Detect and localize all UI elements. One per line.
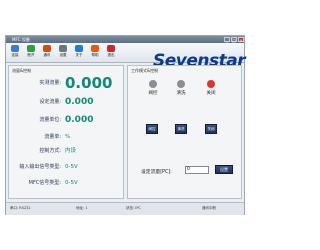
toolbar-label: 退出 xyxy=(107,53,115,57)
purge-button[interactable]: 清洗 xyxy=(175,124,187,134)
info-icon xyxy=(75,45,83,52)
toolbar-label: 断开 xyxy=(27,53,35,57)
status-address: 地址: 1 xyxy=(76,206,88,210)
toolbar-label: 关于 xyxy=(75,53,83,57)
app-window: MFC 设备 _ □ × 连接 断开 通讯 设置 关于 帮助 退出 Sevens… xyxy=(5,35,246,215)
close-led-icon xyxy=(207,80,215,88)
mfc-signal-row: MFC信号类型: 0-5V xyxy=(9,176,124,190)
toolbar-help-button[interactable]: 帮助 xyxy=(88,45,102,60)
comm-icon xyxy=(43,45,51,52)
setpoint-button[interactable]: 设置 xyxy=(215,165,233,174)
set-flow-row: 设定流量: 0.000 xyxy=(9,95,124,109)
set-flow-value: 0.000 xyxy=(65,97,94,107)
row-label: 控制方式: xyxy=(39,148,61,154)
close-button[interactable]: × xyxy=(238,37,244,43)
toolbar-label: 连接 xyxy=(11,53,19,57)
row-label: MFC信号类型: xyxy=(28,180,61,186)
toolbar-connect-button[interactable]: 连接 xyxy=(8,45,22,60)
row-label: 输入输出信号类型: xyxy=(19,164,61,170)
setpoint-input[interactable]: 0 xyxy=(185,166,209,174)
work-mode-panel: 工作模式&控制 阀控 清洗 关闭 阀控 清洗 关闭 设定流量[PC]: 0 设置 xyxy=(127,65,242,199)
status-comm: 通讯中断 xyxy=(202,206,216,210)
measured-flow-value: 0.000 xyxy=(65,74,113,92)
toolbar-exit-button[interactable]: 退出 xyxy=(104,45,118,60)
window-title: MFC 设备 xyxy=(12,37,30,42)
disconnect-icon xyxy=(27,45,35,52)
io-signal-row: 输入输出信号类型: 0-5V xyxy=(9,160,124,174)
toolbar: 连接 断开 通讯 设置 关于 帮助 退出 Sevenstar xyxy=(6,43,246,71)
measured-flow-row: 实测流量: 0.000 xyxy=(9,74,124,92)
valve-led-label: 阀控 xyxy=(148,91,158,96)
minimize-button[interactable]: _ xyxy=(224,37,230,43)
toolbar-label: 帮助 xyxy=(91,53,99,57)
toolbar-about-button[interactable]: 关于 xyxy=(72,45,86,60)
title-bar: MFC 设备 _ □ × xyxy=(6,36,244,43)
flow-percent-row: 流量单: % xyxy=(9,130,124,144)
toolbar-settings-button[interactable]: 设置 xyxy=(56,45,70,60)
flow-unit-value: 0.000 xyxy=(65,115,94,125)
io-signal-value: 0-5V xyxy=(65,164,78,170)
maximize-button[interactable]: □ xyxy=(231,37,237,43)
valve-led-icon xyxy=(149,80,157,88)
help-icon xyxy=(91,45,99,52)
flow-percent-value: % xyxy=(65,134,71,140)
row-label: 流量单位: xyxy=(39,117,61,123)
row-label: 设定流量: xyxy=(39,99,61,105)
valve-button[interactable]: 阀控 xyxy=(146,124,158,134)
close-led-label: 关闭 xyxy=(206,91,216,96)
connect-icon xyxy=(11,45,19,52)
panel-header: 流量&控制 xyxy=(12,68,32,73)
control-mode-value: 内设 xyxy=(65,148,77,154)
status-mode: 状态: IPC xyxy=(126,206,141,210)
status-bar: 串口: RS232 地址: 1 状态: IPC 通讯中断 xyxy=(6,202,244,215)
status-port: 串口: RS232 xyxy=(10,206,31,210)
exit-icon xyxy=(107,45,115,52)
toolbar-label: 设置 xyxy=(59,53,67,57)
toolbar-disconnect-button[interactable]: 断开 xyxy=(24,45,38,60)
purge-led-label: 清洗 xyxy=(176,91,186,96)
gear-icon xyxy=(59,45,67,52)
flow-control-panel: 流量&控制 实测流量: 0.000 设定流量: 0.000 流量单位: 0.00… xyxy=(8,65,124,199)
toolbar-comm-button[interactable]: 通讯 xyxy=(40,45,54,60)
setpoint-label: 设定流量[PC]: xyxy=(141,170,172,175)
panel-header: 工作模式&控制 xyxy=(131,68,159,73)
close-valve-button[interactable]: 关闭 xyxy=(205,124,217,134)
mfc-signal-value: 0-5V xyxy=(65,180,78,186)
control-mode-row: 控制方式: 内设 xyxy=(9,144,124,158)
purge-led-icon xyxy=(177,80,185,88)
flow-unit-row: 流量单位: 0.000 xyxy=(9,113,124,127)
toolbar-label: 通讯 xyxy=(43,53,51,57)
row-label: 流量单: xyxy=(44,134,61,140)
row-label: 实测流量: xyxy=(39,80,61,86)
